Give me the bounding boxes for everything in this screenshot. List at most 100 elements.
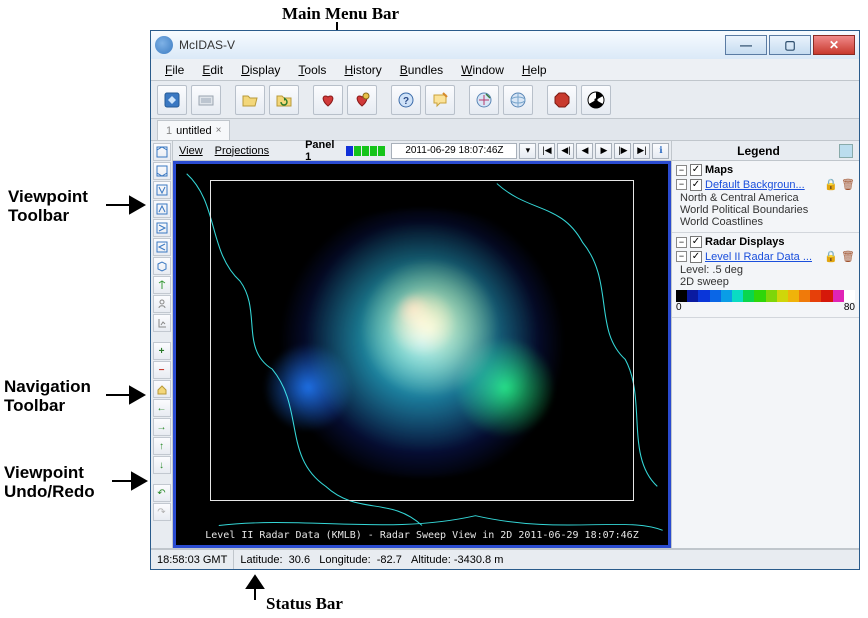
svg-text:?: ? bbox=[403, 96, 409, 107]
tab-untitled[interactable]: 1 untitled × bbox=[157, 120, 230, 140]
toolbar-stop-button[interactable] bbox=[547, 85, 577, 115]
legend-panel: Legend − ✓ Maps − ✓ Default Backgroun...… bbox=[671, 141, 859, 548]
left-toolbar: + − ← → ↑ ↓ ↶ ↷ bbox=[151, 141, 173, 548]
menu-history[interactable]: History bbox=[336, 61, 389, 79]
menu-edit[interactable]: Edit bbox=[194, 61, 231, 79]
main-viewport[interactable]: Level II Radar Data (KMLB) - Radar Sweep… bbox=[173, 161, 671, 548]
arrow-right-undo bbox=[112, 470, 152, 492]
nav-right-button[interactable]: → bbox=[153, 418, 171, 436]
trash-icon[interactable]: 🗑 bbox=[841, 250, 855, 263]
nav-zoom-in-button[interactable]: + bbox=[153, 342, 171, 360]
legend-radar-section: − ✓ Radar Displays − ✓ Level II Radar Da… bbox=[672, 233, 859, 318]
status-bar: 18:58:03 GMT Latitude: 30.6 Longitude: -… bbox=[151, 549, 859, 569]
toolbar-fav-manage-button[interactable] bbox=[347, 85, 377, 115]
view-south-button[interactable] bbox=[153, 200, 171, 218]
anim-play-back-button[interactable]: ◀ bbox=[576, 143, 593, 159]
tab-close-button[interactable]: × bbox=[216, 125, 222, 136]
radar-visibility-checkbox[interactable]: ✓ bbox=[690, 236, 702, 248]
toolbar-open-button[interactable] bbox=[235, 85, 265, 115]
display-view-menu[interactable]: View bbox=[179, 145, 203, 157]
radaritem-collapse-toggle[interactable]: − bbox=[676, 251, 687, 262]
toolbar-help-button[interactable]: ? bbox=[391, 85, 421, 115]
folder-open-icon bbox=[241, 91, 259, 109]
title-bar[interactable]: McIDAS-V — ▢ ✕ bbox=[151, 31, 859, 59]
nav-down-button[interactable]: ↓ bbox=[153, 456, 171, 474]
view-perspective-button[interactable] bbox=[153, 257, 171, 275]
toolbar-dashboard-button[interactable] bbox=[191, 85, 221, 115]
radaritem-link[interactable]: Level II Radar Data ... bbox=[705, 251, 821, 263]
toolbar-fav-save-button[interactable] bbox=[313, 85, 343, 115]
menu-help[interactable]: Help bbox=[514, 61, 555, 79]
anim-last-button[interactable]: ▶| bbox=[633, 143, 650, 159]
menu-tools[interactable]: Tools bbox=[290, 61, 334, 79]
minimize-button[interactable]: — bbox=[725, 35, 767, 55]
toolbar-data-source-button[interactable] bbox=[157, 85, 187, 115]
status-position: Latitude: 30.6 Longitude: -82.7 Altitude… bbox=[234, 550, 859, 569]
menu-file[interactable]: File bbox=[157, 61, 192, 79]
trash-icon[interactable]: 🗑 bbox=[841, 178, 855, 191]
anim-forward-button[interactable]: |▶ bbox=[614, 143, 631, 159]
nav-up-button[interactable]: ↑ bbox=[153, 437, 171, 455]
maximize-button[interactable]: ▢ bbox=[769, 35, 811, 55]
scene-caption: Level II Radar Data (KMLB) - Radar Sweep… bbox=[176, 530, 668, 541]
maps-collapse-toggle[interactable]: − bbox=[676, 165, 687, 176]
undo-button[interactable]: ↶ bbox=[153, 484, 171, 502]
main-menu-bar: File Edit Display Tools History Bundles … bbox=[151, 59, 859, 81]
anim-play-button[interactable]: ▶ bbox=[595, 143, 612, 159]
maps-heading: Maps bbox=[705, 164, 733, 176]
view-west-button[interactable] bbox=[153, 238, 171, 256]
view-vertical-scale-button[interactable] bbox=[153, 314, 171, 332]
annotation-viewpoint-toolbar: ViewpointToolbar bbox=[8, 188, 88, 225]
frame-box bbox=[354, 146, 361, 156]
heart-save-icon bbox=[319, 91, 337, 109]
view-bottom-button[interactable] bbox=[153, 162, 171, 180]
radar-collapse-toggle[interactable]: − bbox=[676, 237, 687, 248]
toolbar-reload-button[interactable] bbox=[269, 85, 299, 115]
view-user-button[interactable] bbox=[153, 295, 171, 313]
annotation-main-menu: Main Menu Bar bbox=[282, 4, 399, 24]
frame-box bbox=[370, 146, 377, 156]
toolbar-remove-all-button[interactable] bbox=[581, 85, 611, 115]
colorbar[interactable] bbox=[676, 290, 855, 302]
close-button[interactable]: ✕ bbox=[813, 35, 855, 55]
nav-left-button[interactable]: ← bbox=[153, 399, 171, 417]
anim-back-button[interactable]: ◀| bbox=[557, 143, 574, 159]
toolbar-guides-button[interactable] bbox=[469, 85, 499, 115]
window-title: McIDAS-V bbox=[179, 38, 725, 52]
redo-button[interactable]: ↷ bbox=[153, 503, 171, 521]
menu-window[interactable]: Window bbox=[453, 61, 512, 79]
view-rotate-button[interactable] bbox=[153, 276, 171, 294]
tab-strip: 1 untitled × bbox=[151, 119, 859, 141]
nav-zoom-out-button[interactable]: − bbox=[153, 361, 171, 379]
toolbar-support-button[interactable] bbox=[425, 85, 455, 115]
legend-float-button[interactable] bbox=[839, 144, 853, 158]
radaritem-visibility-checkbox[interactable]: ✓ bbox=[690, 251, 702, 263]
arrow-right-nav bbox=[106, 384, 150, 406]
view-top-button[interactable] bbox=[153, 143, 171, 161]
defaultbg-visibility-checkbox[interactable]: ✓ bbox=[690, 179, 702, 191]
display-menu-bar: View Projections Panel 1 2011-06-29 18:0… bbox=[173, 141, 671, 161]
menu-display[interactable]: Display bbox=[233, 61, 288, 79]
view-north-button[interactable] bbox=[153, 181, 171, 199]
display-projections-menu[interactable]: Projections bbox=[215, 145, 269, 157]
annotation-status-bar: Status Bar bbox=[266, 594, 343, 614]
time-readout: 2011-06-29 18:07:46Z bbox=[391, 143, 517, 159]
tab-index: 1 bbox=[166, 125, 172, 137]
lock-icon[interactable]: 🔒 bbox=[824, 250, 838, 263]
arrow-up-status bbox=[244, 574, 266, 600]
defaultbg-collapse-toggle[interactable]: − bbox=[676, 179, 687, 190]
anim-props-button[interactable]: ℹ bbox=[652, 143, 669, 159]
defaultbg-link[interactable]: Default Backgroun... bbox=[705, 179, 821, 191]
radar-level-label: Level: .5 deg bbox=[676, 264, 855, 276]
menu-bundles[interactable]: Bundles bbox=[392, 61, 451, 79]
nav-home-button[interactable] bbox=[153, 380, 171, 398]
view-east-button[interactable] bbox=[153, 219, 171, 237]
maps-visibility-checkbox[interactable]: ✓ bbox=[690, 164, 702, 176]
lock-icon[interactable]: 🔒 bbox=[824, 178, 838, 191]
map-layer: World Political Boundaries bbox=[676, 204, 855, 216]
legend-header: Legend bbox=[672, 141, 859, 161]
annotation-nav-toolbar: NavigationToolbar bbox=[4, 378, 91, 415]
time-dropdown-button[interactable]: ▾ bbox=[519, 143, 536, 159]
anim-first-button[interactable]: |◀ bbox=[538, 143, 555, 159]
toolbar-about-button[interactable] bbox=[503, 85, 533, 115]
